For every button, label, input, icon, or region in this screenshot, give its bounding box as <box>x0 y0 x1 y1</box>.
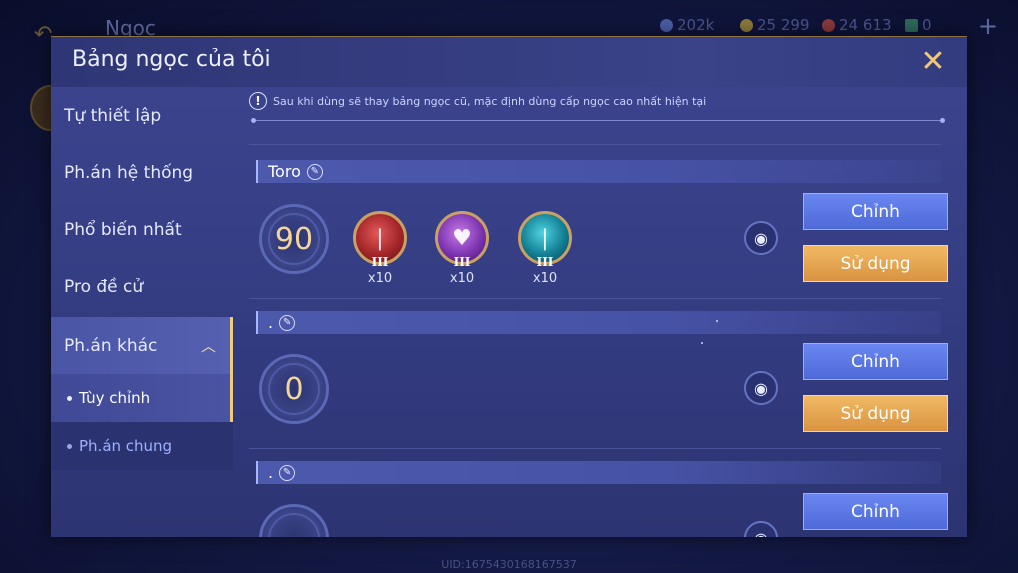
sidebar: Tự thiết lập Ph.án hệ thống Phổ biến nhấ… <box>51 86 233 537</box>
divider <box>249 448 941 449</box>
eye-icon[interactable]: ◉ <box>744 371 778 405</box>
sparkle <box>716 320 718 322</box>
sidebar-subitem-label: Ph.án chung <box>79 437 173 455</box>
level-badge <box>259 504 329 537</box>
bullet-icon <box>67 443 72 449</box>
set-name: . <box>268 463 274 482</box>
use-button[interactable]: Sử dụng <box>803 245 948 282</box>
pencil-icon[interactable]: ✎ <box>306 163 323 180</box>
divider <box>249 144 941 145</box>
gold-coin-icon <box>740 18 753 32</box>
notice-bar: ! Sau khi dùng sẽ thay bảng ngọc cũ, mặc… <box>249 92 706 110</box>
set-header: Toro ✎ <box>256 160 941 183</box>
gem-currency-icon <box>660 18 673 32</box>
level-badge: 90 <box>259 204 329 274</box>
chevron-up-icon: ︿ <box>200 337 216 355</box>
dialog-title: Bảng ngọc của tôi <box>72 47 271 72</box>
dialog-header: Bảng ngọc của tôi ✕ <box>51 36 967 87</box>
eye-icon[interactable]: ◉ <box>744 221 778 255</box>
currency-gems: 202k <box>660 16 714 34</box>
plus-icon: + <box>977 12 998 40</box>
back-arrow-icon: ↶ <box>34 22 53 47</box>
set-name: Toro <box>268 162 301 181</box>
sidebar-item-pro-recommended[interactable]: Pro đề cử <box>51 258 233 315</box>
level-value: 0 <box>284 371 304 407</box>
red-gem-icon <box>822 18 835 32</box>
gem-count: x10 <box>367 271 393 286</box>
divider <box>249 298 941 299</box>
gem-count: x10 <box>532 271 558 286</box>
close-icon[interactable]: ✕ <box>917 46 949 78</box>
edit-button[interactable]: Chỉnh <box>803 343 948 380</box>
use-button[interactable]: Sử dụng <box>803 395 948 432</box>
set-header: . ✎ <box>256 461 941 484</box>
pencil-icon[interactable]: ✎ <box>279 464 296 481</box>
sidebar-item-label: Ph.án hệ thống <box>64 162 194 183</box>
rune-page-dialog: Bảng ngọc của tôi ✕ Tự thiết lập Ph.án h… <box>51 36 967 537</box>
currency-red: 24 613 <box>822 16 892 34</box>
uid-label: UID:1675430168167537 <box>441 558 577 571</box>
edit-button[interactable]: Chỉnh <box>803 493 948 530</box>
info-icon: ! <box>249 92 267 110</box>
ticket-icon <box>905 18 918 32</box>
gem-tier: III <box>453 255 471 269</box>
sidebar-item-custom-setup[interactable]: Tự thiết lập <box>51 87 233 144</box>
sidebar-item-label: Phổ biến nhất <box>64 219 182 240</box>
level-value: 90 <box>274 221 314 257</box>
sidebar-subitem-label: Tùy chỉnh <box>79 389 151 407</box>
sidebar-item-most-popular[interactable]: Phổ biến nhất <box>51 201 233 258</box>
currency-gold: 25 299 <box>740 16 810 34</box>
set-name: . <box>268 313 274 332</box>
sidebar-item-system-plans[interactable]: Ph.án hệ thống <box>51 144 233 201</box>
sidebar-item-label: Tự thiết lập <box>64 105 162 126</box>
pencil-icon[interactable]: ✎ <box>279 314 296 331</box>
gem-tier: III <box>371 255 389 269</box>
sidebar-subitem-shared[interactable]: Ph.án chung <box>51 422 233 470</box>
notice-divider <box>251 118 945 123</box>
level-badge: 0 <box>259 354 329 424</box>
edit-button[interactable]: Chỉnh <box>803 193 948 230</box>
notice-text: Sau khi dùng sẽ thay bảng ngọc cũ, mặc đ… <box>273 94 707 108</box>
sparkle <box>701 342 703 344</box>
currency-ticket: 0 <box>905 16 932 34</box>
bullet-icon <box>67 395 72 401</box>
gem-count: x10 <box>449 271 475 286</box>
set-header: . ✎ <box>256 311 941 334</box>
sidebar-item-label: Pro đề cử <box>64 276 144 297</box>
sidebar-subitem-custom[interactable]: Tùy chỉnh <box>51 374 233 422</box>
gem-tier: III <box>536 255 554 269</box>
sidebar-item-label: Ph.án khác <box>64 335 158 356</box>
eye-icon[interactable]: ◉ <box>744 521 778 537</box>
sidebar-item-other-plans[interactable]: Ph.án khác ︿ <box>51 317 233 374</box>
